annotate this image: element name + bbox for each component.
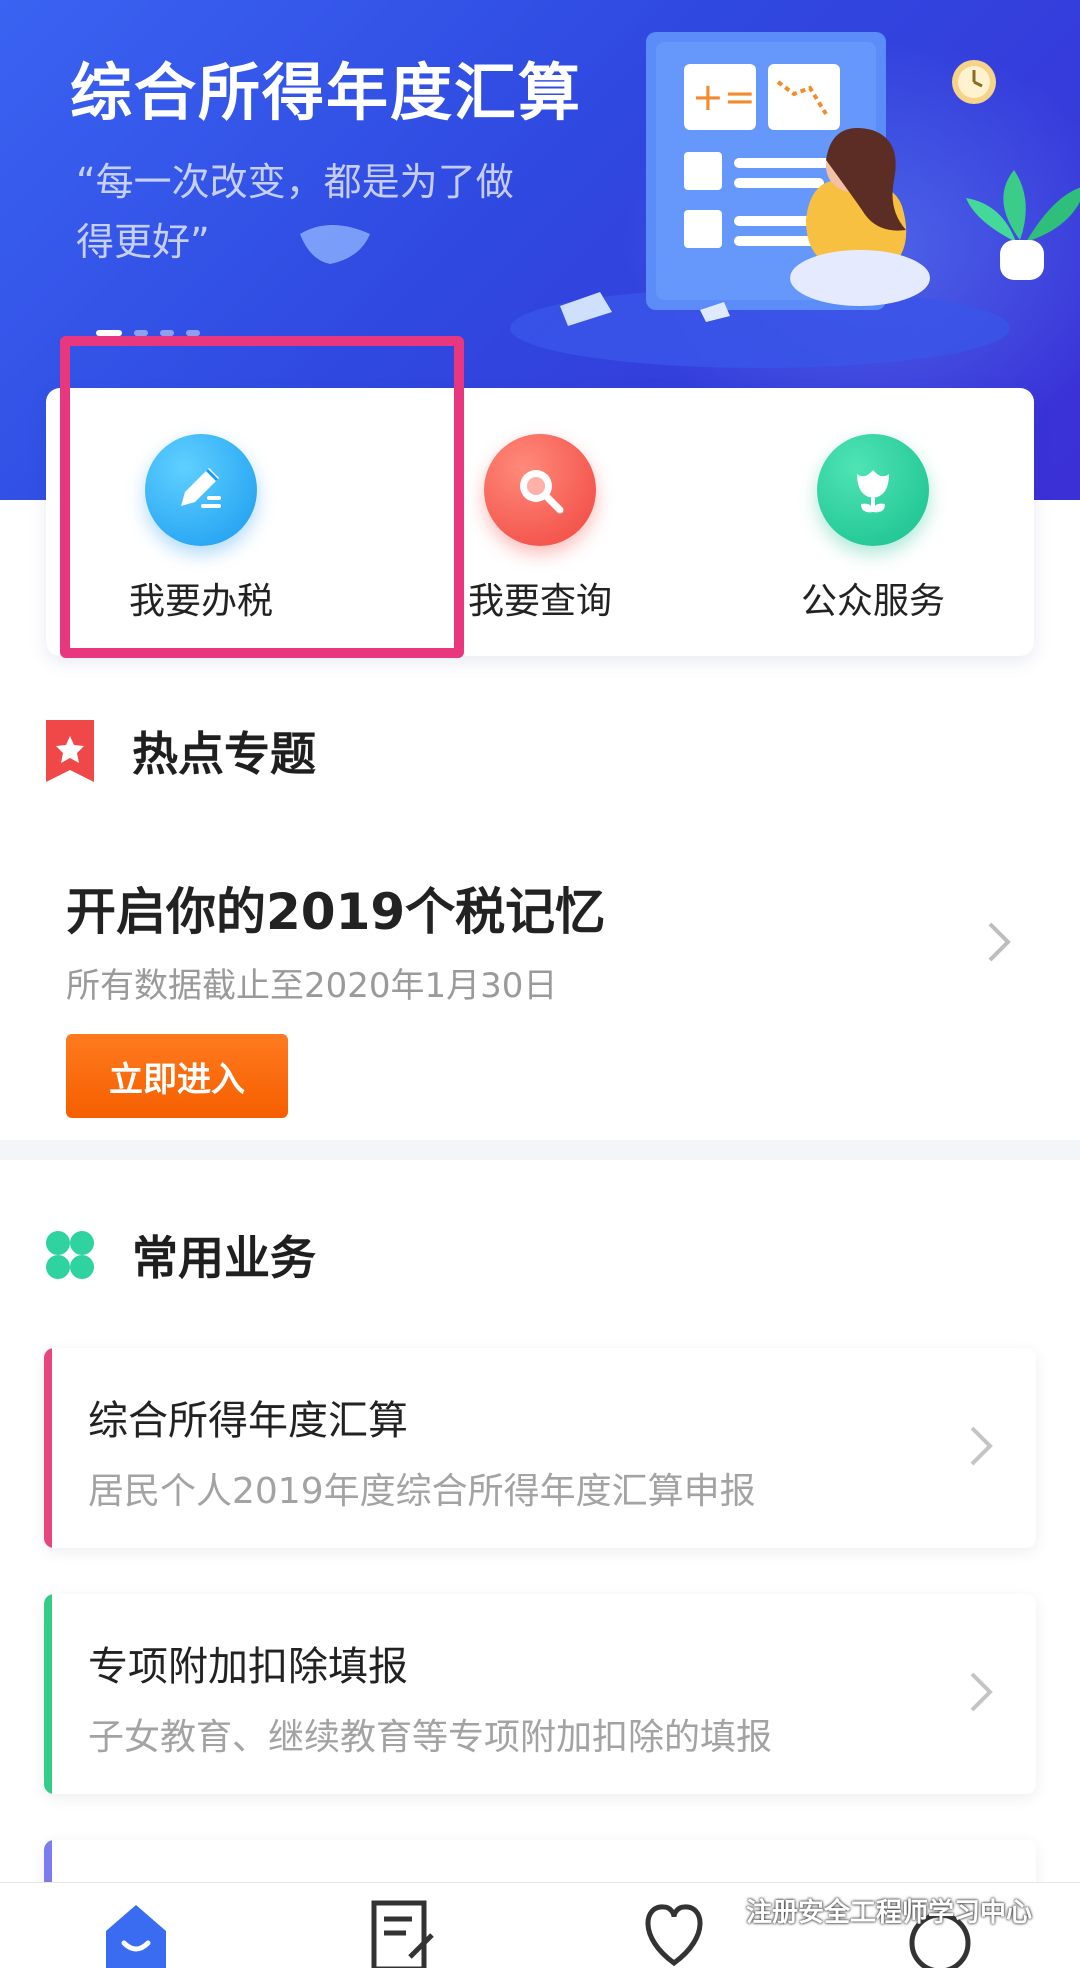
- service-card-annual-settlement[interactable]: 综合所得年度汇算 居民个人2019年度综合所得年度汇算申报: [44, 1348, 1036, 1548]
- enter-now-button[interactable]: 立即进入: [66, 1034, 288, 1118]
- quick-action-public-service[interactable]: 公众服务: [758, 434, 988, 634]
- common-services-header: 常用业务: [44, 1222, 316, 1288]
- home-icon[interactable]: [100, 1897, 172, 1968]
- service-description: 居民个人2019年度综合所得年度汇算申报: [88, 1471, 756, 1512]
- edit-pen-icon: [145, 434, 257, 546]
- hot-topic-subtitle: 所有数据截止至2020年1月30日: [66, 966, 558, 1006]
- quick-action-query[interactable]: 我要查询: [425, 434, 655, 634]
- banner-illustration: +=: [510, 32, 1080, 368]
- section-title: 热点专题: [132, 727, 316, 781]
- bookmark-star-icon: [46, 720, 94, 782]
- service-title: 综合所得年度汇算: [88, 1398, 408, 1444]
- watermark-text: 注册安全工程师学习中心: [746, 1898, 1033, 1928]
- quick-action-tax[interactable]: 我要办税: [86, 434, 316, 634]
- four-leaf-grid-icon: [46, 1231, 94, 1279]
- document-edit-icon[interactable]: [366, 1897, 438, 1968]
- section-title: 常用业务: [132, 1231, 316, 1285]
- chevron-right-icon: [970, 1426, 993, 1466]
- watermark: 注册安全工程师学习中心: [706, 1892, 1032, 1929]
- quick-action-label: 我要办税: [128, 581, 273, 622]
- card-accent-bar: [44, 1348, 52, 1548]
- card-accent-bar: [44, 1594, 52, 1794]
- service-description: 子女教育、继续教育等专项附加扣除的填报: [88, 1717, 773, 1758]
- chevron-right-icon: [970, 1672, 993, 1712]
- section-divider: [0, 1140, 1080, 1160]
- tulip-flower-icon: [817, 434, 929, 546]
- wechat-icon: [706, 1897, 740, 1923]
- service-card-special-deduction[interactable]: 专项附加扣除填报 子女教育、继续教育等专项附加扣除的填报: [44, 1594, 1036, 1794]
- chevron-right-icon[interactable]: [986, 920, 1014, 964]
- service-title: 专项附加扣除填报: [88, 1644, 408, 1690]
- quick-actions-card: 我要办税 我要查询 公众服务: [46, 388, 1034, 656]
- floating-paper-left: [300, 225, 370, 264]
- carousel-indicator: [96, 330, 200, 336]
- search-icon: [484, 434, 596, 546]
- quick-action-label: 我要查询: [467, 581, 612, 622]
- hot-topic-title[interactable]: 开启你的2019个税记忆: [66, 872, 605, 944]
- hot-topics-header: 热点专题: [44, 718, 316, 784]
- heart-service-icon[interactable]: [638, 1897, 710, 1968]
- quick-action-label: 公众服务: [800, 581, 945, 622]
- svg-text:+=: +=: [692, 75, 756, 119]
